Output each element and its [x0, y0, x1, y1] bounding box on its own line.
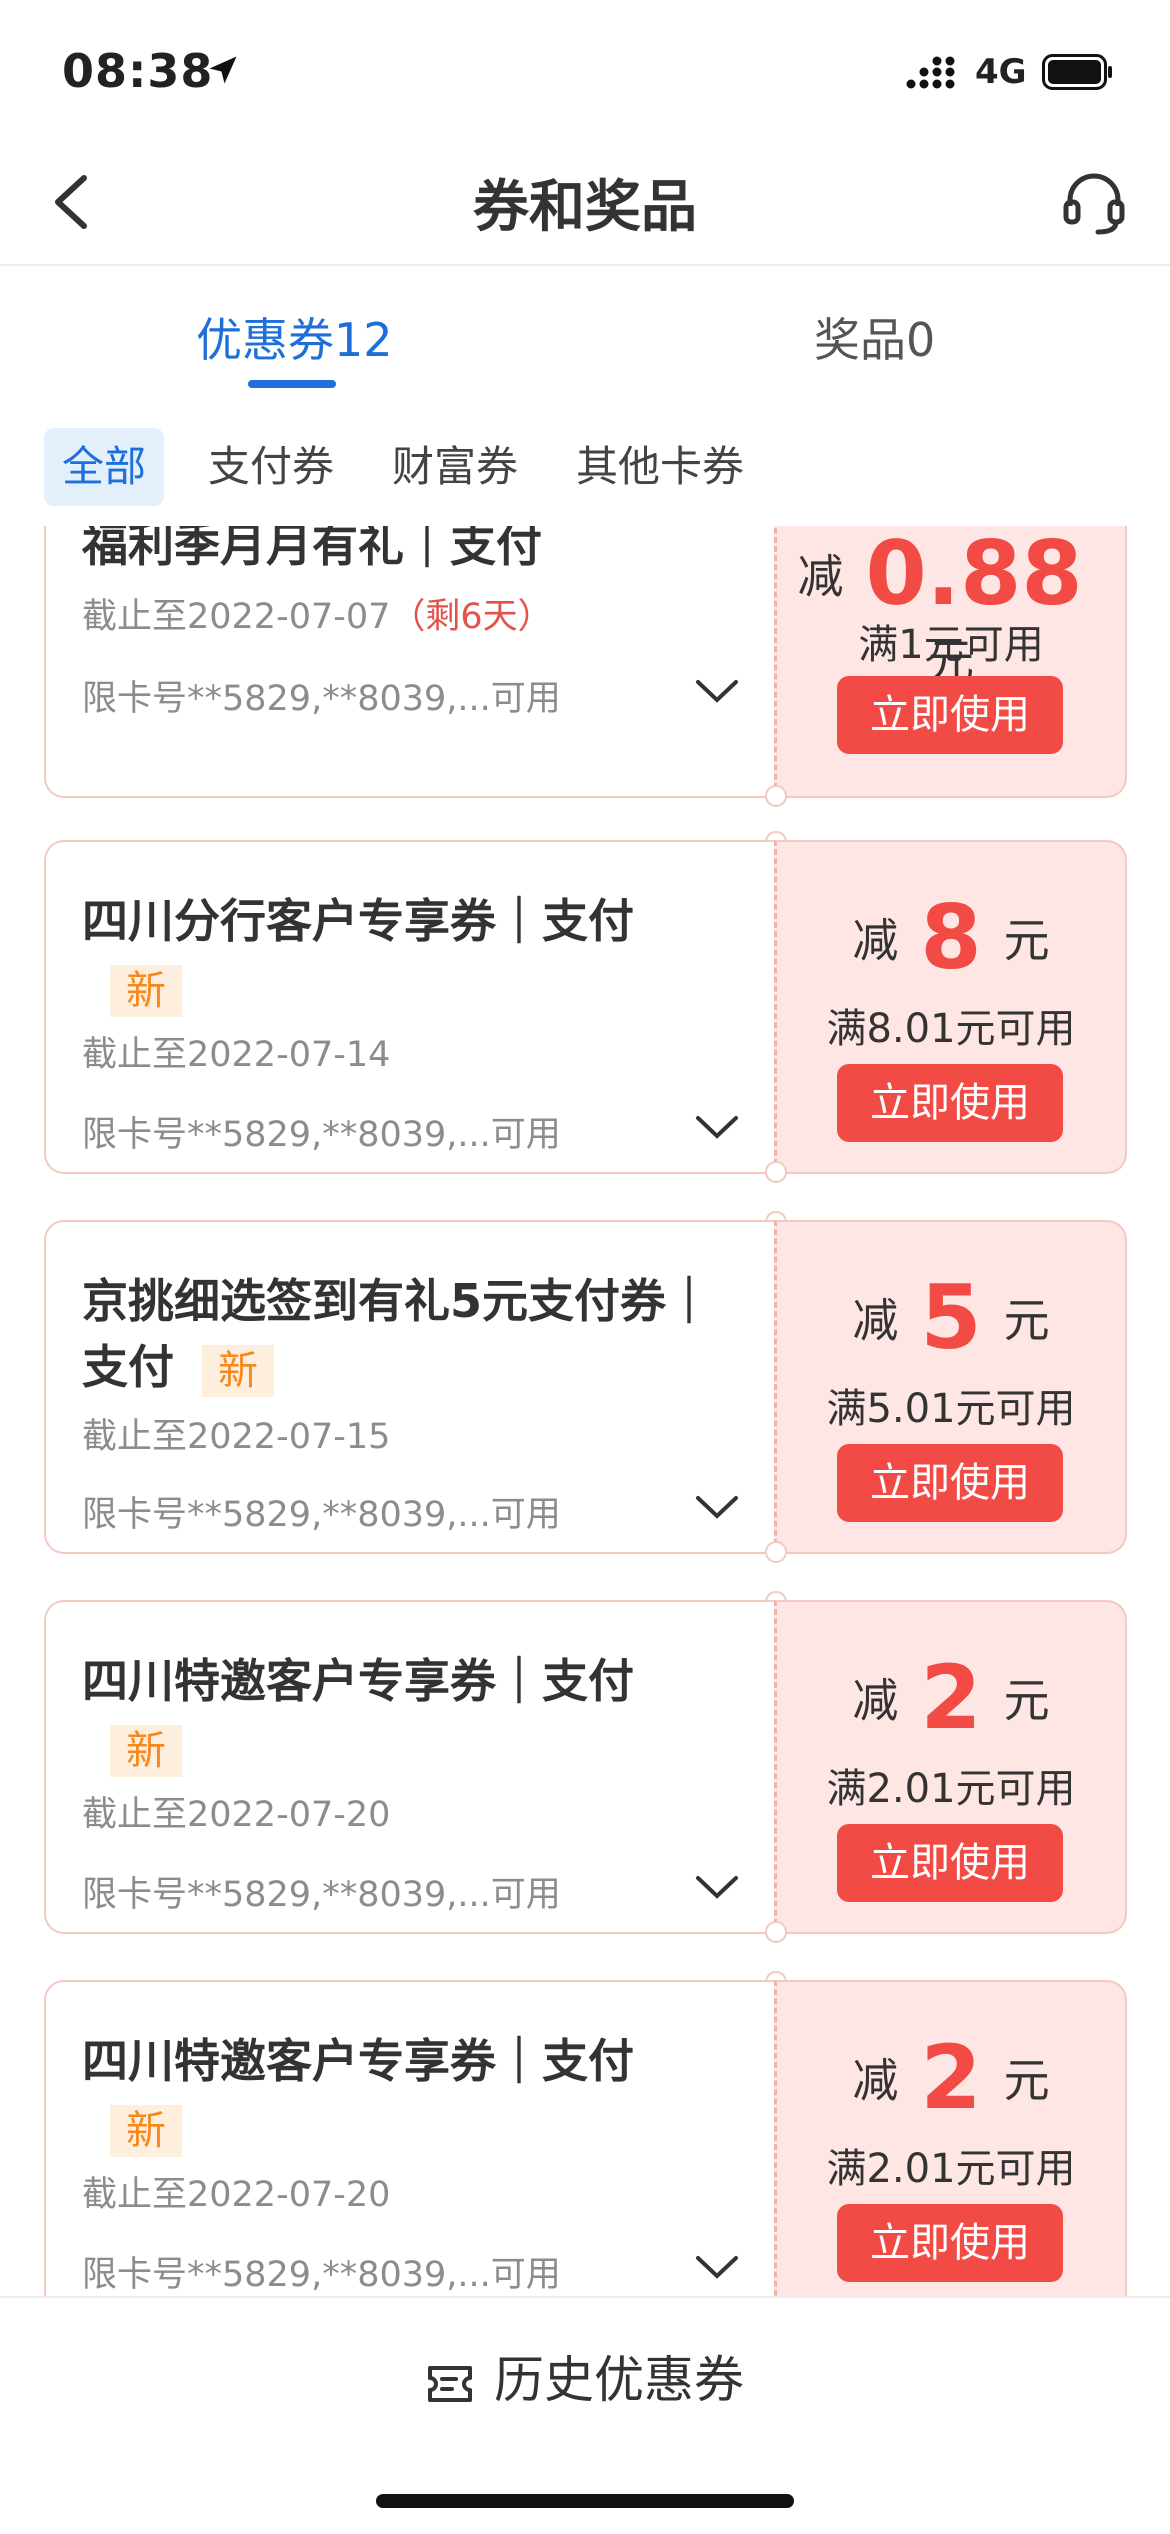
status-time: 08:38	[62, 44, 214, 98]
coupon-condition: 满8.01元可用	[826, 1006, 1076, 1052]
coupon-condition: 满1元可用	[858, 622, 1044, 668]
coupon-deadline: 截止至2022-07-20	[82, 1795, 391, 1835]
card-restriction: 限卡号**5829,**8039,...可用	[82, 679, 561, 719]
main-tabs: 优惠券12 奖品0	[0, 266, 1170, 396]
coupon-title: 福利季月月有礼｜支付	[82, 526, 542, 572]
ticket-notch	[765, 1161, 787, 1183]
use-now-button[interactable]: 立即使用	[837, 1064, 1063, 1142]
filter-all[interactable]: 全部	[44, 428, 165, 506]
ticket-icon	[428, 2365, 472, 2402]
use-now-button[interactable]: 立即使用	[837, 2204, 1063, 2282]
active-tab-indicator	[248, 380, 336, 388]
network-type: 4G	[975, 52, 1027, 92]
card-restriction: 限卡号**5829,**8039,...可用	[82, 1115, 561, 1155]
coupon-title: 四川特邀客户专享券｜支付新	[82, 1648, 732, 1780]
new-badge: 新	[110, 964, 182, 1017]
chevron-down-icon[interactable]	[694, 1872, 740, 1902]
coupon-amount: 减5元	[852, 1266, 1050, 1369]
use-now-button[interactable]: 立即使用	[837, 1824, 1063, 1902]
card-restriction: 限卡号**5829,**8039,...可用	[82, 1875, 561, 1915]
coupon-value-panel: 减 0.88元 满1元可用 立即使用	[774, 526, 1127, 798]
bottom-bar: 历史优惠券	[0, 2296, 1170, 2534]
headset-icon	[1063, 173, 1125, 235]
chevron-down-icon[interactable]	[694, 1112, 740, 1142]
new-badge: 新	[110, 2104, 182, 2157]
coupon-amount: 减2元	[852, 1646, 1050, 1749]
coupon-card: 四川特邀客户专享券｜支付新 截止至2022-07-20 限卡号**5829,**…	[44, 1971, 1127, 2296]
coupon-condition: 满5.01元可用	[826, 1386, 1076, 1432]
coupon-title: 四川特邀客户专享券｜支付新	[82, 2028, 732, 2160]
use-now-button[interactable]: 立即使用	[837, 676, 1063, 754]
chevron-down-icon[interactable]	[694, 1492, 740, 1522]
chevron-down-icon[interactable]	[694, 676, 740, 706]
tab-coupons[interactable]: 优惠券12	[196, 304, 393, 370]
signal-icon	[906, 56, 955, 89]
coupon-value-panel: 减5元 满5.01元可用 立即使用	[774, 1220, 1127, 1554]
filter-other[interactable]: 其他卡券	[558, 428, 762, 506]
filter-bar: 全部 支付券 财富券 其他卡券	[0, 420, 1170, 520]
coupon-info: 福利季月月有礼｜支付 截止至2022-07-07（剩6天） 限卡号**5829,…	[44, 526, 774, 798]
card-restriction: 限卡号**5829,**8039,...可用	[82, 2255, 561, 2295]
customer-service-button[interactable]	[1058, 166, 1130, 238]
card-restriction: 限卡号**5829,**8039,...可用	[82, 1495, 561, 1535]
tab-prizes[interactable]: 奖品0	[814, 304, 935, 370]
page-title: 券和奖品	[473, 175, 697, 240]
coupon-info: 四川特邀客户专享券｜支付新 截止至2022-07-20 限卡号**5829,**…	[44, 1980, 774, 2296]
coupon-deadline: 截止至2022-07-20	[82, 2175, 391, 2215]
coupon-condition: 满2.01元可用	[826, 2146, 1076, 2192]
coupon-deadline: 截止至2022-07-14	[82, 1035, 391, 1075]
battery-icon	[1042, 54, 1112, 90]
ticket-notch	[765, 1921, 787, 1943]
coupon-value-panel: 减2元 满2.01元可用 立即使用	[774, 1600, 1127, 1934]
chevron-down-icon[interactable]	[694, 2252, 740, 2282]
coupon-info: 京挑细选签到有礼5元支付券｜支付新 截止至2022-07-15 限卡号**582…	[44, 1220, 774, 1554]
new-badge: 新	[110, 1724, 182, 1777]
new-badge: 新	[202, 1344, 274, 1397]
home-indicator	[376, 2494, 794, 2508]
coupon-info: 四川分行客户专享券｜支付新 截止至2022-07-14 限卡号**5829,**…	[44, 840, 774, 1174]
history-coupons-button[interactable]: 历史优惠券	[0, 2340, 1170, 2412]
use-now-button[interactable]: 立即使用	[837, 1444, 1063, 1522]
coupon-value-panel: 减8元 满8.01元可用 立即使用	[774, 840, 1127, 1174]
coupon-condition: 满2.01元可用	[826, 1766, 1076, 1812]
ticket-notch	[765, 1541, 787, 1563]
coupon-info: 四川特邀客户专享券｜支付新 截止至2022-07-20 限卡号**5829,**…	[44, 1600, 774, 1934]
status-bar: 08:38 4G	[0, 0, 1170, 140]
history-coupons-label: 历史优惠券	[494, 2351, 744, 2409]
days-remaining: （剩6天）	[390, 597, 553, 637]
coupon-amount: 减8元	[852, 886, 1050, 989]
coupon-card: 京挑细选签到有礼5元支付券｜支付新 截止至2022-07-15 限卡号**582…	[44, 1211, 1127, 1563]
coupon-title: 京挑细选签到有礼5元支付券｜支付新	[82, 1268, 732, 1400]
coupon-list[interactable]: 福利季月月有礼｜支付 截止至2022-07-07（剩6天） 限卡号**5829,…	[0, 526, 1170, 2296]
coupon-amount: 减2元	[852, 2026, 1050, 2129]
filter-wealth[interactable]: 财富券	[374, 428, 536, 506]
coupon-deadline: 截止至2022-07-07（剩6天）	[82, 597, 553, 637]
coupon-title: 四川分行客户专享券｜支付新	[82, 888, 732, 1020]
coupon-card: 福利季月月有礼｜支付 截止至2022-07-07（剩6天） 限卡号**5829,…	[44, 526, 1127, 807]
coupon-value-panel: 减2元 满2.01元可用 立即使用	[774, 1980, 1127, 2296]
filter-payment[interactable]: 支付券	[190, 428, 352, 506]
nav-header: 券和奖品	[0, 140, 1170, 266]
location-arrow-icon	[209, 56, 237, 84]
coupon-card: 四川分行客户专享券｜支付新 截止至2022-07-14 限卡号**5829,**…	[44, 831, 1127, 1183]
coupon-deadline: 截止至2022-07-15	[82, 1417, 391, 1457]
ticket-notch	[765, 785, 787, 807]
coupon-card: 四川特邀客户专享券｜支付新 截止至2022-07-20 限卡号**5829,**…	[44, 1591, 1127, 1943]
